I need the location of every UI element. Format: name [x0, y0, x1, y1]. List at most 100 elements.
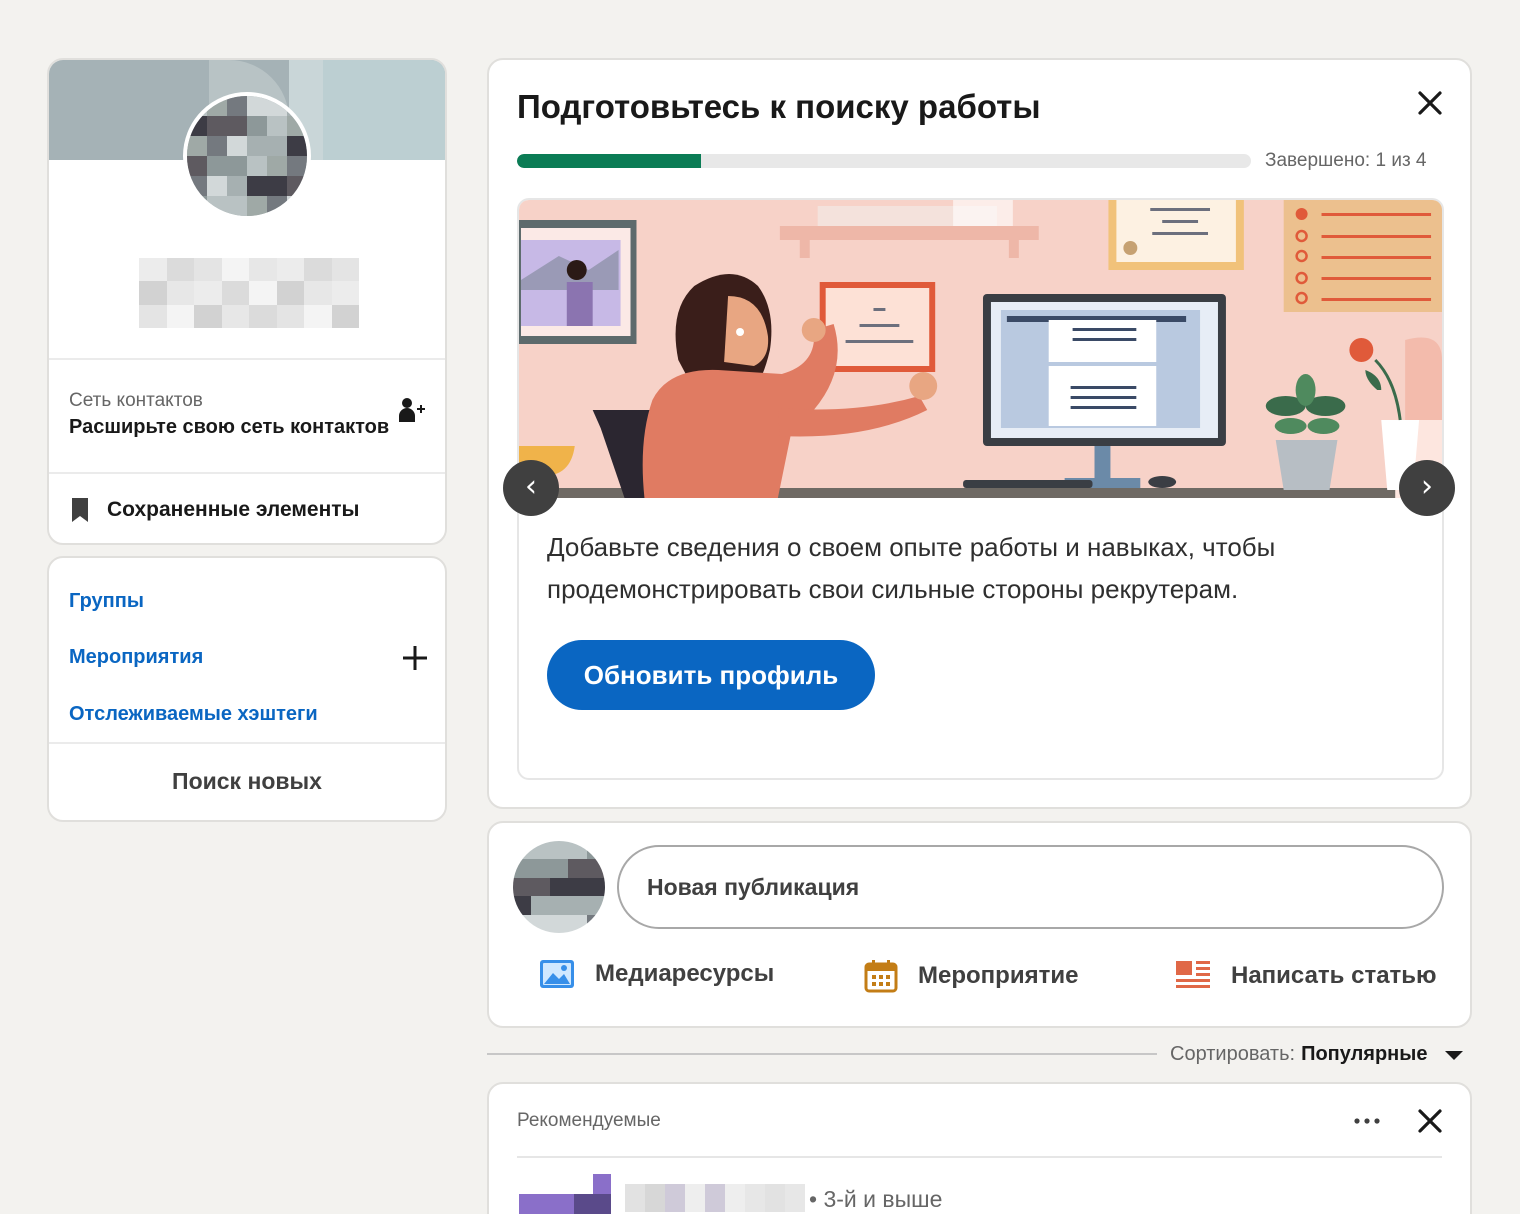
close-icon[interactable] [1413, 86, 1447, 120]
pixel-block [531, 841, 550, 860]
pixel-block [187, 136, 207, 156]
pixel-block [227, 136, 247, 156]
pixel-block [555, 1194, 575, 1214]
media-button[interactable]: Медиаресурсы [539, 959, 774, 989]
events-link[interactable]: Мероприятия [69, 646, 203, 669]
pixel-block [166, 281, 194, 305]
pixel-block [331, 304, 359, 328]
pixel-block [586, 914, 605, 933]
groups-link[interactable]: Группы [69, 590, 144, 613]
pixel-block [592, 1194, 611, 1214]
pixel-block [519, 1174, 538, 1194]
carousel-prev-button[interactable]: ‹ [503, 460, 559, 516]
post-composer-card: Новая публикация Медиаресурсы Мероприяти… [487, 821, 1472, 1028]
profile-avatar[interactable] [183, 92, 311, 220]
recommended-card: Рекомендуемые • 3-й и выше [487, 1082, 1472, 1214]
pixel-block [568, 896, 587, 915]
profile-card: Сеть контактов Расширьте свою сеть конта… [47, 58, 447, 545]
pixel-block [586, 841, 605, 860]
pixel-block [249, 304, 277, 328]
pixel-block [267, 176, 287, 196]
image-icon [540, 960, 574, 988]
network-title: Сеть контактов [69, 390, 203, 411]
links-card: Группы Мероприятия Отслеживаемые хэштеги… [47, 556, 447, 822]
discover-more-button[interactable]: Поиск новых [49, 768, 445, 795]
sort-divider [487, 1053, 1157, 1055]
pixel-block [568, 914, 587, 933]
pixel-block [537, 1174, 556, 1194]
pixel-block [625, 1184, 645, 1212]
media-label: Медиаресурсы [595, 960, 775, 987]
job-card-description: Добавьте сведения о своем опыте работы и… [547, 532, 1276, 604]
pixel-block [207, 116, 227, 136]
pixel-block [207, 176, 227, 196]
pixel-block [519, 1194, 538, 1214]
recommended-avatar[interactable] [519, 1174, 611, 1214]
caret-down-icon [1445, 1050, 1464, 1060]
pixel-block [276, 281, 304, 305]
pixel-block [513, 896, 532, 915]
network-section[interactable]: Сеть контактов Расширьте свою сеть конта… [69, 390, 427, 450]
pixel-block [574, 1174, 593, 1194]
sort-dropdown[interactable]: Сортировать: Популярные [1170, 1043, 1467, 1066]
more-options-icon[interactable] [1347, 1108, 1387, 1134]
pixel-block [221, 258, 249, 282]
pixel-block [227, 196, 247, 216]
pixel-block [568, 841, 587, 860]
pixel-block [267, 156, 287, 176]
pixel-block [166, 258, 194, 282]
pixel-block [227, 116, 247, 136]
pixel-block [221, 304, 249, 328]
pixel-block [549, 841, 569, 860]
pixel-block [645, 1184, 665, 1212]
user-avatar[interactable] [513, 841, 605, 933]
pixel-block [549, 914, 569, 933]
pixel-block [549, 896, 569, 915]
pixel-block [304, 281, 332, 305]
pixel-block [207, 196, 227, 216]
progress-bar [517, 154, 1251, 168]
pixel-block [331, 258, 359, 282]
connection-degree: • 3-й и выше [809, 1186, 943, 1212]
recommended-name-blurred[interactable] [625, 1184, 805, 1212]
article-icon [1176, 961, 1210, 988]
sort-value: Популярные [1301, 1043, 1428, 1065]
pixel-block [139, 281, 167, 305]
pixel-block [287, 136, 307, 156]
carousel-next-button[interactable]: › [1399, 460, 1455, 516]
pixel-block [267, 196, 287, 216]
pixel-block [531, 914, 550, 933]
saved-items-link[interactable]: Сохраненные элементы [69, 490, 425, 530]
pixel-block [227, 96, 247, 116]
progress-text: Завершено: 1 из 4 [1265, 150, 1427, 171]
write-article-button[interactable]: Написать статью [1175, 959, 1437, 993]
close-icon[interactable] [1413, 1104, 1447, 1138]
event-button[interactable]: Мероприятие [864, 959, 1078, 993]
write-article-label: Написать статью [1231, 962, 1437, 989]
new-post-placeholder: Новая публикация [647, 873, 860, 900]
pixel-block [745, 1184, 765, 1212]
divider [49, 358, 445, 360]
carousel-slide: Добавьте сведения о своем опыте работы и… [517, 198, 1444, 780]
new-post-input[interactable]: Новая публикация [617, 845, 1444, 929]
update-profile-button[interactable]: Обновить профиль [547, 640, 875, 710]
pixel-block [331, 281, 359, 305]
pixel-block [549, 859, 569, 878]
pixel-block [247, 116, 267, 136]
pixel-block [586, 877, 605, 897]
sort-label: Сортировать: [1170, 1043, 1296, 1065]
pixel-block [513, 841, 532, 860]
pixel-block [139, 258, 167, 282]
hashtags-link[interactable]: Отслеживаемые хэштеги [69, 703, 318, 726]
pixel-block [586, 859, 605, 878]
pixel-block [227, 176, 247, 196]
calendar-icon [864, 960, 898, 993]
pixel-block [785, 1184, 805, 1212]
plus-icon[interactable] [401, 644, 429, 672]
profile-name-blurred[interactable] [139, 258, 359, 328]
pixel-block [247, 156, 267, 176]
add-person-icon[interactable] [397, 396, 425, 424]
divider [49, 742, 445, 744]
pixel-block [568, 877, 587, 897]
pixel-block [513, 914, 532, 933]
